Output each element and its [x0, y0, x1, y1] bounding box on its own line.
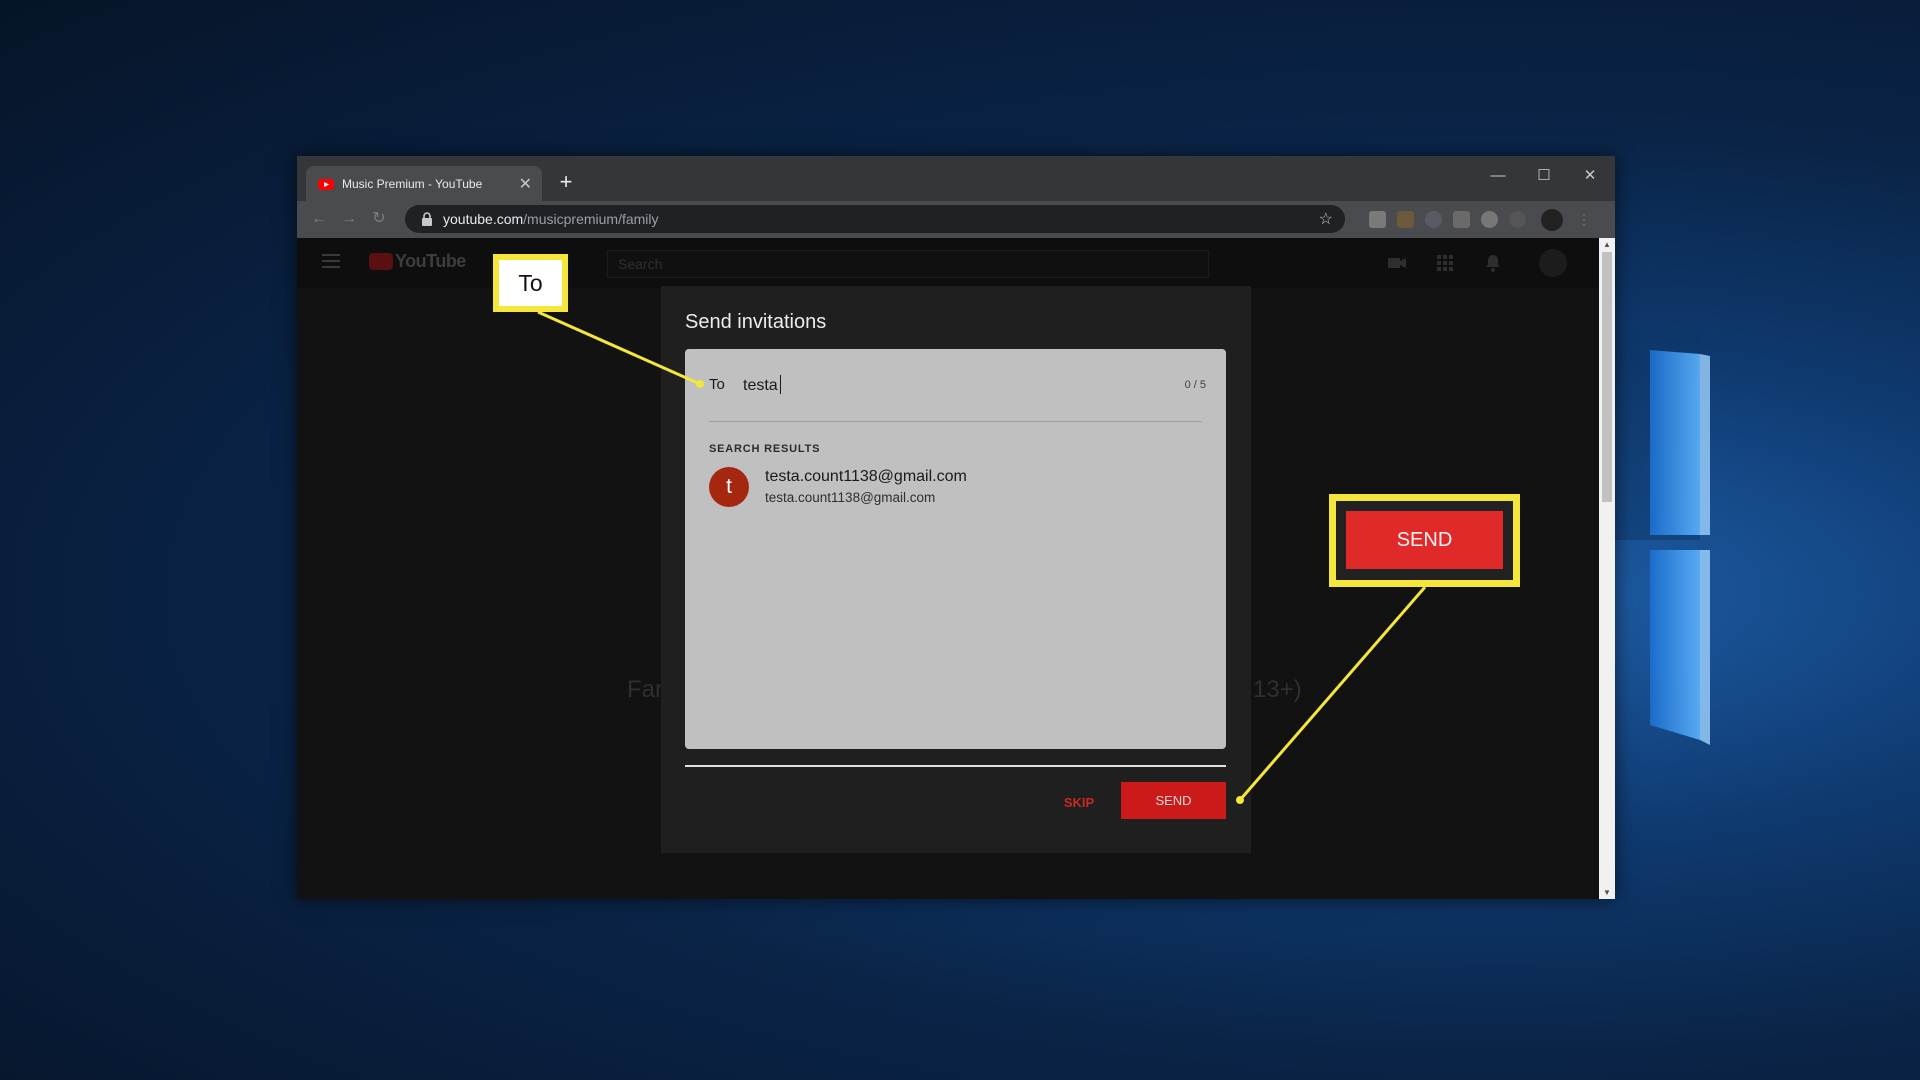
extension-icon[interactable] — [1425, 211, 1442, 228]
extension-icon[interactable] — [1481, 211, 1498, 228]
invite-panel: To 0 / 5 SEARCH RESULTS t testa.count113… — [685, 349, 1226, 749]
minimize-button[interactable]: — — [1475, 162, 1521, 190]
send-callout: SEND — [1329, 494, 1520, 587]
to-callout-label: To — [499, 260, 562, 306]
result-primary-email: testa.count1138@gmail.com — [765, 468, 967, 485]
extension-icon[interactable] — [1369, 211, 1386, 228]
back-button[interactable]: ← — [307, 207, 331, 231]
extension-icon[interactable] — [1453, 211, 1470, 228]
forward-button[interactable]: → — [337, 207, 361, 231]
account-avatar[interactable] — [1539, 249, 1567, 277]
tab-close-icon[interactable]: ✕ — [519, 174, 532, 194]
result-secondary-email: testa.count1138@gmail.com — [765, 490, 936, 505]
to-callout: To — [493, 254, 568, 312]
bell-icon[interactable] — [1483, 253, 1503, 273]
video-camera-icon[interactable] — [1387, 253, 1407, 273]
profile-avatar[interactable] — [1541, 209, 1563, 231]
extension-icon[interactable] — [1397, 211, 1414, 228]
skip-button[interactable]: SKIP — [1029, 786, 1129, 820]
recipient-counter: 0 / 5 — [1184, 379, 1206, 391]
youtube-search-input[interactable]: Search — [607, 250, 1209, 278]
address-bar[interactable]: youtube.com/musicpremium/family ☆ — [405, 205, 1345, 233]
youtube-favicon-icon — [318, 178, 334, 190]
to-label: To — [709, 376, 725, 393]
scrollbar-thumb[interactable] — [1602, 252, 1612, 502]
tab-title: Music Premium - YouTube — [342, 176, 483, 191]
dialog-separator — [685, 765, 1226, 767]
contact-avatar: t — [709, 467, 749, 507]
menu-icon[interactable]: ⋮ — [1577, 211, 1591, 228]
send-button[interactable]: SEND — [1121, 782, 1226, 819]
to-recipient-input[interactable] — [743, 375, 1023, 397]
scroll-up-arrow-icon[interactable]: ▲ — [1599, 240, 1615, 249]
input-divider — [709, 421, 1202, 422]
maximize-button[interactable]: ☐ — [1521, 162, 1567, 190]
extension-icon[interactable] — [1509, 211, 1526, 228]
youtube-play-icon — [369, 253, 393, 270]
background-heading-left: Far — [627, 676, 663, 703]
dialog-title: Send invitations — [685, 311, 827, 333]
search-result-item[interactable]: t testa.count1138@gmail.com testa.count1… — [709, 467, 1189, 511]
star-icon[interactable]: ☆ — [1319, 209, 1333, 229]
send-invitations-dialog: Send invitations To 0 / 5 SEARCH RESULTS… — [661, 286, 1251, 853]
page-scrollbar[interactable]: ▲ ▼ — [1599, 238, 1615, 899]
hamburger-menu-icon[interactable] — [322, 254, 340, 268]
windows-logo — [1610, 330, 1710, 745]
url-text: youtube.com/musicpremium/family — [443, 211, 659, 227]
new-tab-button[interactable]: + — [553, 170, 579, 196]
search-results-heading: SEARCH RESULTS — [709, 443, 821, 455]
background-heading-right: 13+) — [1253, 676, 1302, 703]
youtube-logo[interactable]: YouTube — [369, 251, 466, 272]
text-caret — [780, 375, 781, 394]
browser-tab[interactable]: Music Premium - YouTube ✕ — [306, 166, 542, 201]
apps-grid-icon[interactable] — [1435, 253, 1455, 273]
scroll-down-arrow-icon[interactable]: ▼ — [1599, 888, 1615, 897]
send-callout-label: SEND — [1346, 511, 1503, 569]
lock-icon — [422, 212, 432, 226]
reload-button[interactable]: ↻ — [367, 207, 391, 231]
close-window-button[interactable]: ✕ — [1567, 162, 1613, 190]
browser-toolbar: ← → ↻ youtube.com/musicpremium/family ☆ … — [297, 201, 1615, 238]
title-bar: Music Premium - YouTube ✕ + — ☐ ✕ — [297, 156, 1615, 201]
